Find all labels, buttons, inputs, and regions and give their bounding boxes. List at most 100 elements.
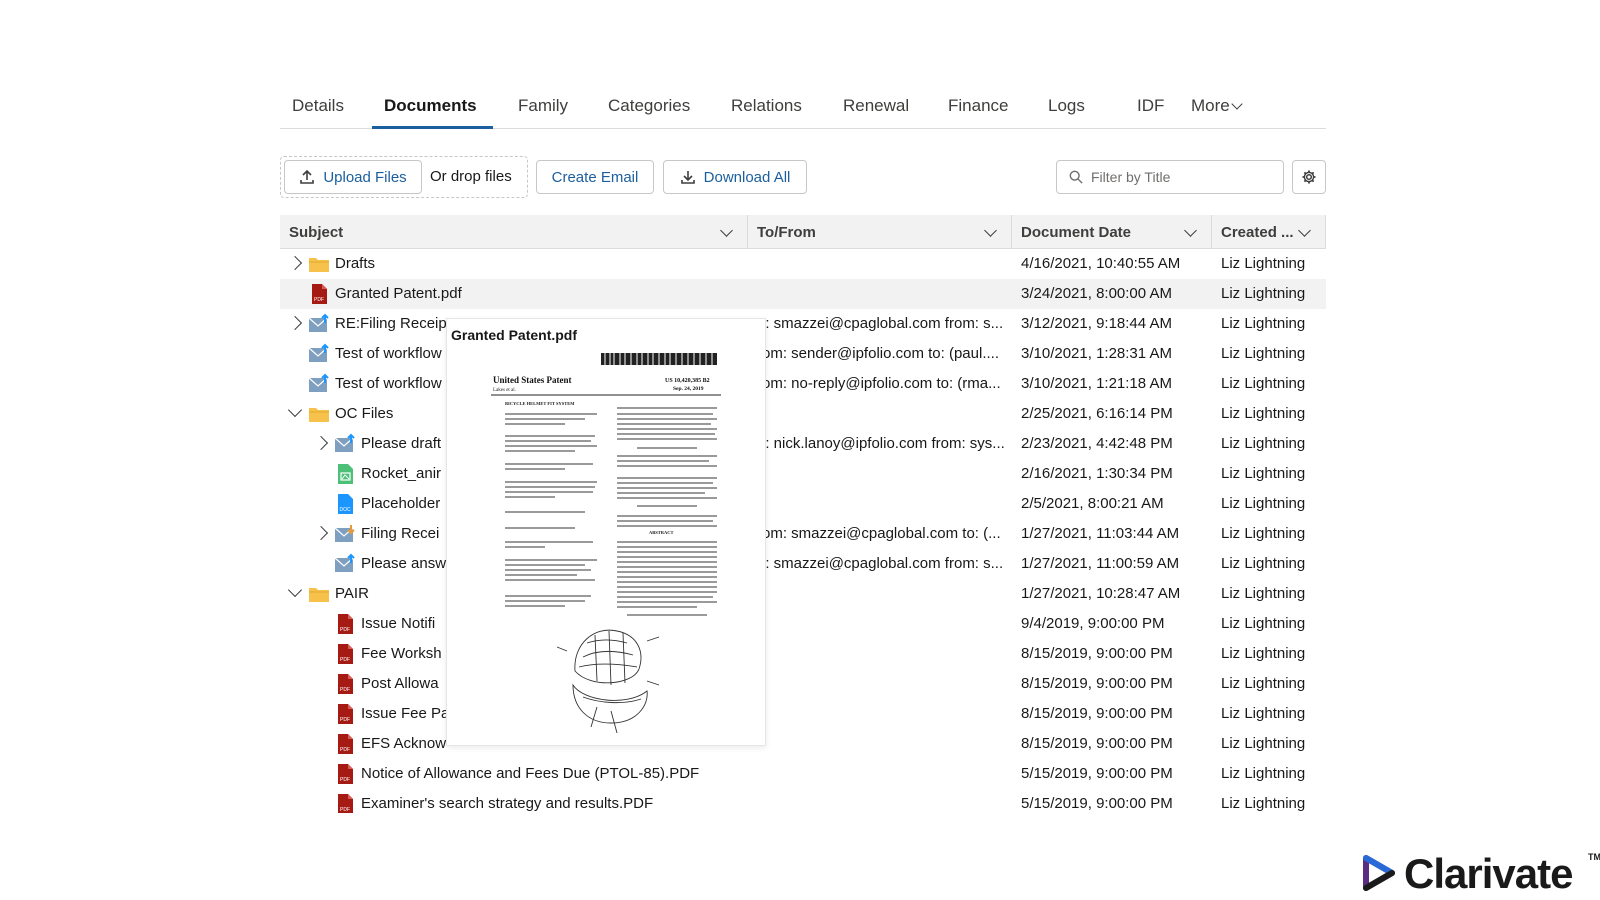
row-to-from [757,639,1007,669]
doc-applicant: Lakes et al. [493,388,516,393]
row-created-by: Liz Lightning [1221,555,1306,572]
row-document-date: 1/27/2021, 11:00:59 AM [1021,555,1180,572]
row-created-by: Liz Lightning [1221,705,1306,722]
row-to-from [757,279,1007,309]
table-row[interactable]: PDF Notice of Allowance and Fees Due (PTO… [280,759,1326,789]
download-all-button[interactable]: Download All [663,160,807,194]
tab-finance[interactable]: Finance [948,96,1008,116]
clarivate-logo: Clarivate TM [1356,850,1600,897]
row-document-date: 8/15/2019, 9:00:00 PM [1021,645,1173,662]
table-row[interactable]: Test of workflow rom: no-reply@ipfolio.co… [280,369,1326,399]
doc-patent-number: US 10,420,385 B2 [665,378,710,384]
pdf-icon: PDF [308,283,330,305]
table-row[interactable]: PDF Post Allowa 8/15/2019, 9:00:00 PM Liz L… [280,669,1326,699]
tab-more-label: More [1191,96,1230,115]
chevron-down-icon [1231,98,1243,110]
email-in-icon [334,523,356,545]
table-row[interactable]: Please draft o: nick.lanoy@ipfolio.com fr… [280,429,1326,459]
row-document-date: 3/10/2021, 1:21:18 AM [1021,375,1172,392]
row-to-from: o: nick.lanoy@ipfolio.com from: sys... [757,435,1005,452]
table-row[interactable]: Filing Recei rom: smazzei@cpaglobal.com t… [280,519,1326,549]
doc-icon: DOC [334,493,356,515]
row-to-from: o: smazzei@cpaglobal.com from: s... [757,315,1004,332]
gear-icon [1302,170,1316,184]
tab-details[interactable]: Details [292,96,344,116]
chevron-down-icon[interactable] [1298,224,1311,237]
filter-by-title-input[interactable] [1091,169,1271,185]
table-row[interactable]: DOC Placeholder 2/5/2021, 8:00:21 AM Liz Li… [280,489,1326,519]
row-subject[interactable]: Drafts [335,249,744,279]
doc-heading: United States Patent [493,375,572,385]
email-icon [334,553,356,575]
chevron-down-icon[interactable] [1184,224,1197,237]
table-row[interactable]: OC Files 2/25/2021, 6:16:14 PM Liz Lightni… [280,399,1326,429]
row-to-from [757,699,1007,729]
column-header-subject[interactable]: Subject [280,215,748,249]
table-row[interactable]: PDF Granted Patent.pdf 3/24/2021, 8:00:00 … [280,279,1326,309]
column-header-to-from[interactable]: To/From [748,215,1012,249]
svg-text:PDF: PDF [340,747,350,753]
row-to-from [757,759,1007,789]
settings-button[interactable] [1292,160,1326,194]
tab-family[interactable]: Family [518,96,568,116]
svg-text:DOC: DOC [340,507,352,513]
active-tab-indicator [372,126,493,129]
row-subject[interactable]: Examiner's search strategy and results.P… [361,789,744,813]
svg-text:PDF: PDF [340,807,350,813]
upload-files-button[interactable]: Upload Files [284,160,422,194]
column-header-document-date[interactable]: Document Date [1012,215,1212,249]
row-subject[interactable]: Notice of Allowance and Fees Due (PTOL-8… [361,759,744,789]
table-row[interactable]: RE:Filing Receip o: smazzei@cpaglobal.com… [280,309,1326,339]
table-row[interactable]: PDF Examiner's search strategy and result… [280,789,1326,813]
chevron-down-icon[interactable] [287,582,303,598]
upload-icon [300,169,315,184]
chevron-right-icon[interactable] [313,525,329,541]
tab-renewal[interactable]: Renewal [843,96,909,116]
table-row[interactable]: PDF Issue Notifi 9/4/2019, 9:00:00 PM Liz L… [280,609,1326,639]
pdf-icon: PDF [334,643,356,665]
filter-by-title-field[interactable] [1056,160,1284,194]
tab-idf[interactable]: IDF [1137,96,1164,116]
chevron-right-icon[interactable] [287,315,303,331]
row-to-from: o: smazzei@cpaglobal.com from: s... [757,555,1004,572]
pdf-icon: PDF [334,613,356,635]
table-row[interactable]: Please answ o: smazzei@cpaglobal.com from… [280,549,1326,579]
row-created-by: Liz Lightning [1221,615,1306,632]
email-icon [308,373,330,395]
tab-logs[interactable]: Logs [1048,96,1085,116]
tab-relations[interactable]: Relations [731,96,802,116]
chevron-down-icon[interactable] [984,224,997,237]
tab-more[interactable]: More [1191,96,1243,116]
chevron-right-icon[interactable] [313,435,329,451]
table-row[interactable]: Drafts 4/16/2021, 10:40:55 AM Liz Lightnin… [280,249,1326,279]
create-email-button[interactable]: Create Email [536,160,654,194]
row-created-by: Liz Lightning [1221,465,1306,482]
chevron-right-icon[interactable] [287,255,303,271]
chevron-down-icon[interactable] [720,224,733,237]
download-icon [680,171,695,184]
folder-icon [308,253,330,275]
table-row[interactable]: PDF Fee Worksh 8/15/2019, 9:00:00 PM Liz Li… [280,639,1326,669]
table-row[interactable]: Rocket_anir 2/16/2021, 1:30:34 PM Liz Ligh… [280,459,1326,489]
tab-documents[interactable]: Documents [384,96,477,116]
row-document-date: 2/25/2021, 6:16:14 PM [1021,405,1173,422]
row-created-by: Liz Lightning [1221,255,1306,272]
email-icon [308,343,330,365]
create-email-label: Create Email [551,168,639,186]
row-created-by: Liz Lightning [1221,675,1306,692]
table-row[interactable]: Test of workflow rom: sender@ipfolio.com … [280,339,1326,369]
table-row[interactable]: PDF EFS Acknow 8/15/2019, 9:00:00 PM Liz Li… [280,729,1326,759]
table-row[interactable]: PDF Issue Fee Pa 8/15/2019, 9:00:00 PM Liz … [280,699,1326,729]
barcode-graphic [601,353,717,365]
row-document-date: 1/27/2021, 11:03:44 AM [1021,525,1180,542]
svg-text:PDF: PDF [314,297,324,303]
row-document-date: 2/16/2021, 1:30:34 PM [1021,465,1173,482]
folder-icon [308,583,330,605]
chevron-down-icon[interactable] [287,402,303,418]
tab-categories[interactable]: Categories [608,96,690,116]
table-row[interactable]: PAIR 1/27/2021, 10:28:47 AM Liz Lightning [280,579,1326,609]
column-header-created[interactable]: Created ... [1212,215,1326,249]
row-subject[interactable]: Granted Patent.pdf [335,279,744,309]
row-document-date: 1/27/2021, 10:28:47 AM [1021,585,1181,602]
tab-bar: Details Documents Family Categories Rela… [280,84,1326,129]
